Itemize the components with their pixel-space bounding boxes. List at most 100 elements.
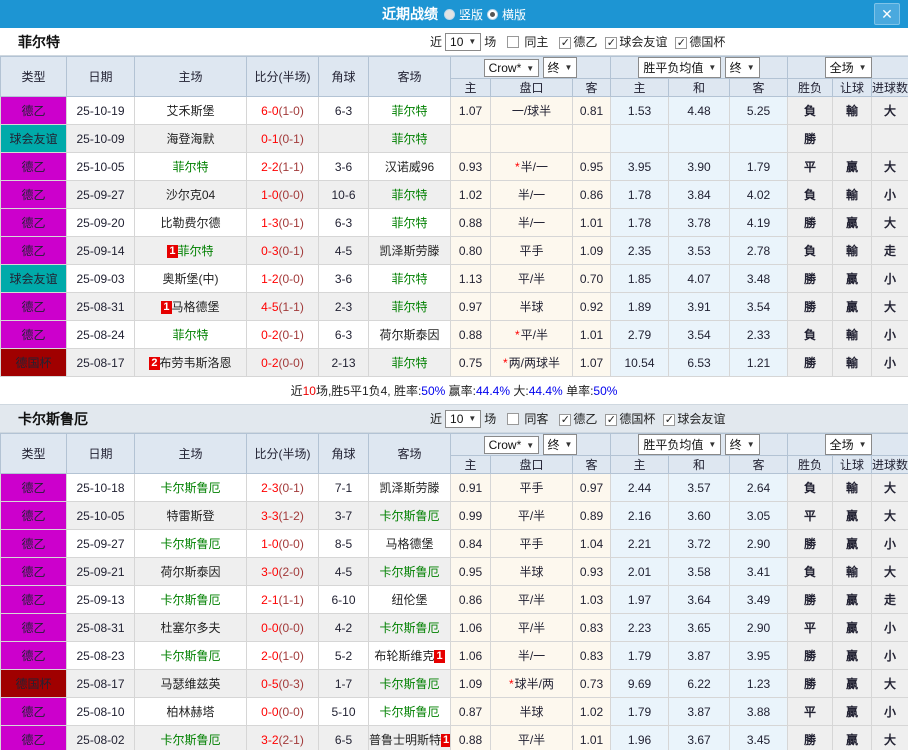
corners-cell: 5-2 — [318, 641, 369, 670]
sub-away: 客 — [572, 455, 611, 474]
team-name-text: 奥斯堡(中) — [162, 272, 219, 286]
league-checkbox[interactable]: ✓ — [559, 414, 572, 426]
result-goals: 大 — [871, 473, 908, 502]
team-name-text: 卡尔斯鲁厄 — [160, 649, 221, 663]
same-home-checkbox[interactable] — [507, 35, 520, 48]
handicap-away-odds: 0.95 — [572, 152, 611, 181]
league-checkbox[interactable]: ✓ — [663, 414, 676, 426]
bookmaker-select[interactable]: Crow* ▼ — [483, 59, 540, 77]
halftime-score: (2-1) — [278, 732, 304, 747]
result-handicap: 贏 — [832, 641, 873, 670]
away-team-cell: 菲尔特 — [368, 180, 451, 209]
type-cell: 德乙 — [0, 725, 67, 750]
match-count-select[interactable]: 10 ▼ — [445, 409, 482, 428]
result-wdl: 勝 — [787, 529, 834, 558]
summary-segment: 赢率: — [445, 384, 476, 398]
team1-league-filters: ✓ 德乙 ✓ 球会友谊 ✓ 德国杯 — [551, 33, 725, 50]
sub-handicap: 盘口 — [490, 78, 573, 97]
league-checkbox[interactable]: ✓ — [559, 37, 572, 49]
final-wdl-select[interactable]: 终 ▼ — [724, 434, 760, 455]
team-name-text: 比勒费尔德 — [160, 216, 221, 230]
red-card-badge: 1 — [161, 301, 172, 314]
fulltime-select[interactable]: 全场 ▼ — [824, 57, 872, 78]
result-wdl: 勝 — [787, 725, 834, 750]
handicap-line: 半/一 — [490, 641, 573, 670]
handicap-away-odds: 1.02 — [572, 697, 611, 726]
result-wdl: 平 — [787, 152, 834, 181]
team-name-text: 卡尔斯鲁厄 — [379, 509, 440, 523]
halftime-score: (0-0) — [278, 187, 304, 202]
corners-cell: 5-10 — [318, 697, 369, 726]
caret-down-icon: ▼ — [564, 63, 573, 72]
bookmaker-select[interactable]: Crow* ▼ — [483, 436, 540, 454]
avg-home-odds: 1.78 — [610, 208, 669, 237]
close-icon[interactable]: ✕ — [874, 3, 900, 25]
result-goals: 大 — [871, 501, 908, 530]
live-odds-star-icon: * — [508, 677, 514, 691]
home-team-cell: 马瑟维兹英 — [134, 669, 247, 698]
handicap-home-odds: 1.06 — [450, 613, 491, 642]
col-date: 日期 — [66, 433, 135, 474]
wdl-avg-select[interactable]: 胜平负均值 ▼ — [638, 434, 722, 455]
avg-home-odds: 2.21 — [610, 529, 669, 558]
score-cell: 1-0(0-0) — [246, 180, 319, 209]
live-odds-star-icon: * — [514, 160, 520, 174]
vertical-layout-radio[interactable] — [443, 8, 455, 20]
home-team-cell: 2 布劳韦斯洛恩 — [134, 348, 247, 377]
league-checkbox[interactable]: ✓ — [605, 414, 618, 426]
score-cell: 2-2(1-1) — [246, 152, 319, 181]
match-row: 德乙 25-09-27 沙尔克04 1-0(0-0) 10-6 菲尔特 1.02 半/一 0.8… — [0, 180, 908, 209]
match-count-select[interactable]: 10 ▼ — [445, 32, 482, 51]
avg-away-odds: 3.41 — [728, 557, 789, 586]
halftime-score: (0-1) — [278, 480, 304, 495]
handicap-away-odds: 0.81 — [572, 96, 611, 125]
halftime-score: (1-1) — [278, 592, 304, 607]
red-card-badge: 2 — [149, 357, 160, 370]
score-cell: 0-2(0-0) — [246, 348, 319, 377]
league-label: 德国杯 — [689, 35, 726, 49]
handicap-home-odds: 1.02 — [450, 180, 491, 209]
match-row: 德乙 25-10-05 菲尔特 2-2(1-1) 3-6 汉诺威96 0.93 *半/一 0.9… — [0, 152, 908, 181]
team-name-text: 卡尔斯鲁厄 — [160, 733, 221, 747]
score-cell: 4-5(1-1) — [246, 292, 319, 321]
same-away-checkbox[interactable] — [507, 412, 520, 425]
league-label: 德国杯 — [619, 412, 656, 426]
result-handicap: 贏 — [832, 152, 873, 181]
handicap-line: 一/球半 — [490, 96, 573, 125]
league-checkbox[interactable]: ✓ — [605, 37, 618, 49]
final-odds-select[interactable]: 终 ▼ — [542, 434, 578, 455]
result-wdl: 勝 — [787, 124, 834, 153]
handicap-away-odds: 1.01 — [572, 208, 611, 237]
horizontal-layout-radio[interactable] — [487, 8, 498, 20]
corners-cell: 8-5 — [318, 529, 369, 558]
sub-avg-draw: 和 — [668, 78, 730, 97]
avg-draw-odds: 3.78 — [668, 208, 730, 237]
avg-draw-odds: 3.91 — [668, 292, 730, 321]
caret-down-icon: ▼ — [708, 63, 717, 72]
home-team-cell: 卡尔斯鲁厄 — [134, 725, 247, 750]
home-team-cell: 柏林赫塔 — [134, 697, 247, 726]
corners-cell: 4-2 — [318, 613, 369, 642]
sub-avg-draw: 和 — [668, 455, 730, 474]
sub-wdl: 胜负 — [787, 455, 834, 474]
near-label: 近 — [430, 412, 443, 426]
league-checkbox[interactable]: ✓ — [675, 37, 688, 49]
avg-away-odds: 3.54 — [728, 292, 789, 321]
team-name-text: 马格德堡 — [385, 537, 434, 551]
final-odds-select[interactable]: 终 ▼ — [542, 57, 578, 78]
handicap-line: 平手 — [490, 236, 573, 265]
team-name-text: 荷尔斯泰因 — [379, 328, 440, 342]
fulltime-select[interactable]: 全场 ▼ — [824, 434, 872, 455]
date-cell: 25-10-05 — [66, 152, 135, 181]
summary-segment: 场,胜5平1负4, 胜率: — [315, 384, 422, 398]
avg-draw-odds: 3.67 — [668, 725, 730, 750]
match-row: 德乙 25-08-24 菲尔特 0-2(0-1) 6-3 荷尔斯泰因 0.88 *平/半 1.0… — [0, 320, 908, 349]
fulltime-score: 6-0 — [261, 103, 279, 118]
date-cell: 25-09-27 — [66, 180, 135, 209]
result-goals: 大 — [871, 292, 908, 321]
caret-down-icon: ▼ — [746, 440, 755, 449]
final-wdl-select[interactable]: 终 ▼ — [724, 57, 760, 78]
caret-down-icon: ▼ — [468, 414, 477, 423]
wdl-avg-select[interactable]: 胜平负均值 ▼ — [638, 57, 722, 78]
halftime-score: (2-0) — [278, 564, 304, 579]
